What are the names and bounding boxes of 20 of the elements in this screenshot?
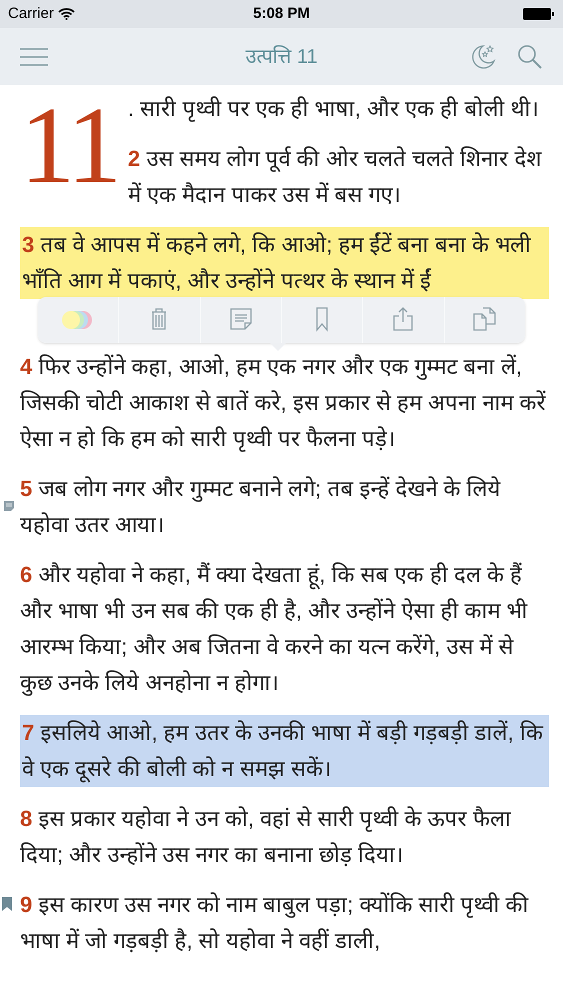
verse-text[interactable]: 2 उस समय लोग पूर्व की ओर चलते चलते शिनार देश में एक मैदान पाकर उस में बस गए। bbox=[128, 141, 549, 213]
search-icon[interactable] bbox=[517, 44, 543, 70]
carrier-name: Carrier bbox=[8, 4, 54, 24]
copy-icon bbox=[472, 307, 498, 333]
moon-stars-icon[interactable] bbox=[469, 42, 497, 70]
clock-time: 5:08 PM bbox=[253, 4, 310, 24]
verse-text[interactable]: 8 इस प्रकार यहोवा ने उन को, वहां से सारी पृथ्वी के ऊपर फैला दिया; और उन्होंने उस नगर का बनाना छोड़ दिया। bbox=[20, 801, 549, 873]
wifi-icon bbox=[58, 8, 75, 20]
verse-text[interactable]: 3 तब वे आपस में कहने लगे, कि आओ; हम ईंटें बना बना के भली भाँति आग में पकाएं, और उन्होंने पत्थर के स्थान में ईं bbox=[20, 227, 549, 299]
battery-icon bbox=[523, 8, 555, 20]
verse-text[interactable]: 6 और यहोवा ने कहा, मैं क्या देखता हूं, कि सब एक ही दल के हैं और भाषा भी उन सब की एक ही है, और उन्होंने ऐसा ही काम भी आरम्भ किया; और अब जितना वे करने का यत्न करेंगे, उस में से कुछ उनके लिये अनहोना न होगा। bbox=[20, 557, 549, 701]
verse-text[interactable]: 7 इसलिये आओ, हम उतर के उनकी भाषा में बड़ी गड़बड़ी डालें, कि वे एक दूसरे की बोली को न समझ सकें। bbox=[20, 715, 549, 787]
verse-text[interactable]: 5 जब लोग नगर और गुम्मट बनाने लगे; तब इन्हें देखने के लिये यहोवा उतर आया। bbox=[20, 471, 549, 543]
chapter-number: 11 bbox=[20, 95, 118, 195]
note-marker-icon[interactable] bbox=[4, 501, 14, 511]
verse-text[interactable]: 4 फिर उन्होंने कहा, आओ, हम एक नगर और एक गुम्मट बना लें, जिसकी चोटी आकाश से बातें करे, इस प्रकार से हम अपना नाम करें ऐसा न हो कि हम को सारी पृथ्वी पर फैलना पड़े। bbox=[20, 349, 549, 457]
verse-text[interactable]: 9 इस कारण उस नगर को नाम बाबुल पड़ा; क्योंकि सारी पृथ्वी की भाषा में जो गड़बड़ी है, सो यहोवा ने वहीं डाली, bbox=[20, 887, 549, 959]
verse-text[interactable]: . सारी पृथ्वी पर एक ही भाषा, और एक ही बोली थी। bbox=[128, 91, 549, 127]
bookmark-marker-icon[interactable] bbox=[2, 897, 12, 911]
menu-icon[interactable] bbox=[20, 48, 48, 66]
